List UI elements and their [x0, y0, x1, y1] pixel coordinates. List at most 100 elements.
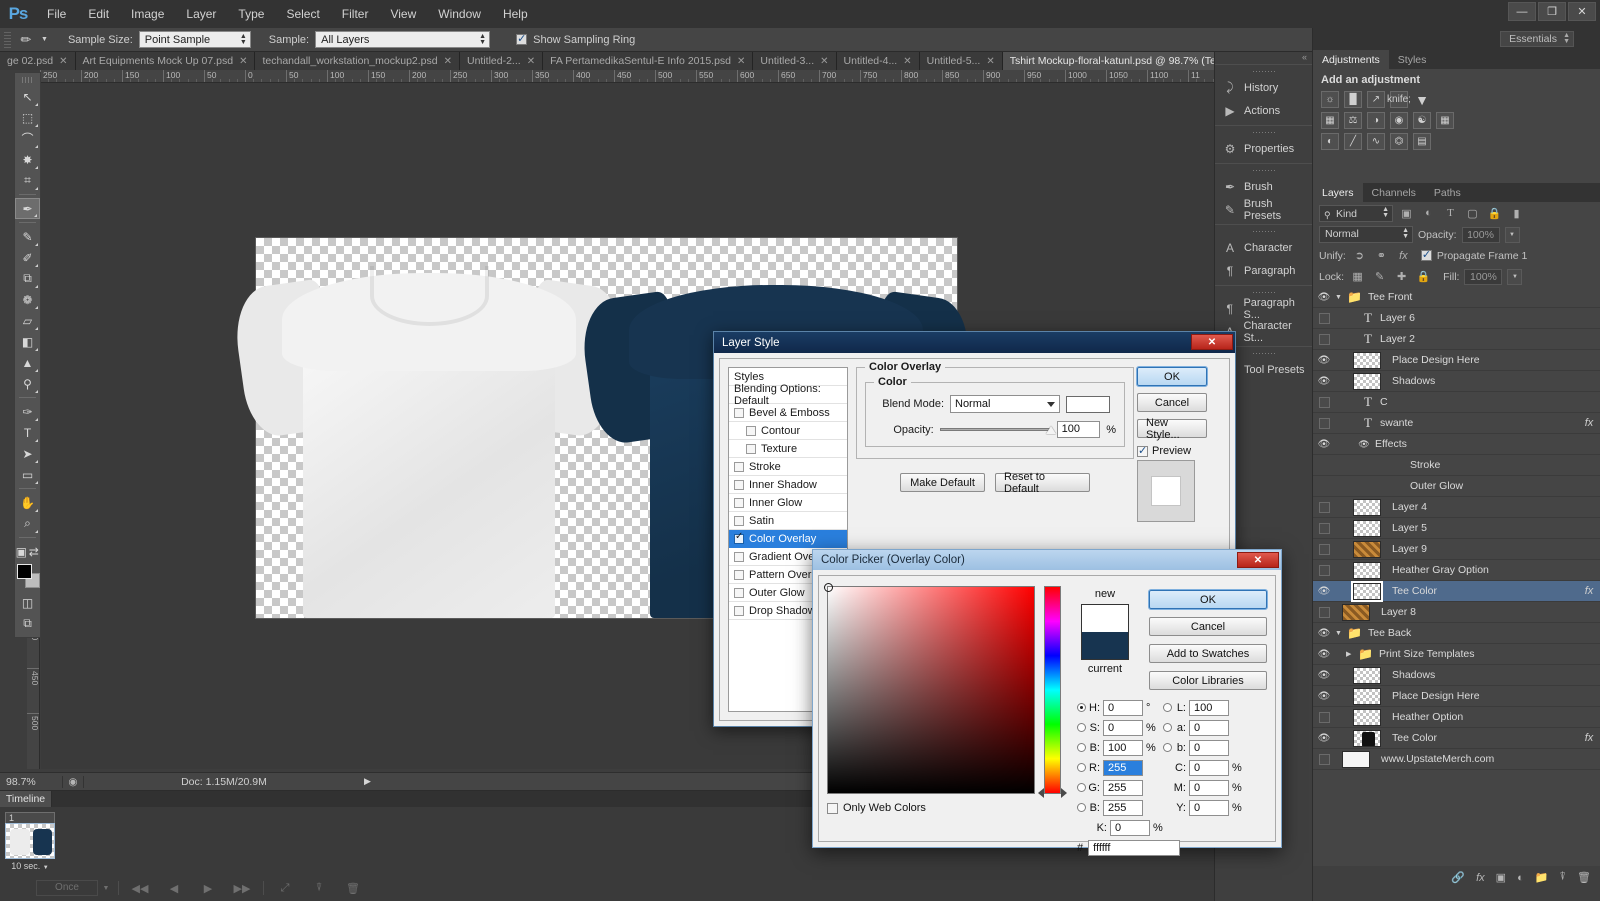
eraser-tool[interactable]: ▱: [15, 310, 40, 331]
screen-mode-icon[interactable]: ⇄: [28, 541, 41, 562]
group-disclosure-icon[interactable]: ▼: [1335, 630, 1347, 637]
lock-transparency-icon[interactable]: ▦: [1349, 269, 1366, 285]
selective-color-icon[interactable]: ▤: [1413, 133, 1431, 150]
make-default-button[interactable]: Make Default: [900, 473, 985, 492]
select-first-frame-button[interactable]: ◀◀: [123, 882, 157, 895]
layer-visibility-toggle[interactable]: [1313, 417, 1335, 429]
rail-item-character[interactable]: A Character: [1215, 236, 1312, 259]
menu-layer[interactable]: Layer: [175, 0, 227, 28]
group-disclosure-icon[interactable]: ▼: [1335, 294, 1347, 301]
new-style-button[interactable]: New Style...: [1137, 417, 1207, 441]
document-tab-close-icon[interactable]: ✕: [444, 56, 452, 67]
layer-visibility-toggle[interactable]: 👁: [1313, 586, 1335, 597]
style-item-checkbox[interactable]: [734, 461, 744, 472]
menu-select[interactable]: Select: [275, 0, 330, 28]
style-item-color-overlay[interactable]: Color Overlay: [729, 530, 847, 548]
layer-visibility-toggle[interactable]: [1313, 522, 1335, 534]
menu-edit[interactable]: Edit: [77, 0, 120, 28]
move-tool[interactable]: ↖: [15, 86, 40, 107]
document-tab[interactable]: Untitled-4... ✕: [836, 52, 920, 70]
opacity-chevron-down-icon[interactable]: ▼: [1504, 226, 1520, 243]
color-lookup-icon[interactable]: ▦: [1436, 112, 1454, 129]
new-color-swatch[interactable]: [1082, 605, 1128, 632]
lock-position-icon[interactable]: ✚: [1393, 269, 1410, 285]
edit-in-quick-mask-icon[interactable]: ◫: [15, 592, 40, 613]
minimize-button[interactable]: —: [1508, 2, 1536, 21]
layer-row[interactable]: 👁 ▼ 📁 Tee Back: [1313, 623, 1600, 644]
tool-preset-chevron-icon[interactable]: ▼: [41, 36, 48, 43]
layer-row[interactable]: 👁 ▶ 📁 Print Size Templates: [1313, 644, 1600, 665]
layer-list[interactable]: 👁 ▼ 📁 Tee Front T Layer 6 T Layer 2 👁 Place Desig…: [1313, 287, 1600, 770]
layer-thumbnail-cell[interactable]: [1346, 498, 1388, 516]
loop-option-select[interactable]: Once: [36, 880, 98, 896]
color-field-input-a[interactable]: 0: [1189, 719, 1229, 736]
zoom-tool[interactable]: ⌕: [15, 513, 40, 534]
color-field-input-K[interactable]: 0: [1110, 819, 1150, 836]
layer-visibility-toggle[interactable]: 👁: [1313, 733, 1335, 744]
play-animation-button[interactable]: ▶: [191, 882, 225, 895]
foreground-color-swatch[interactable]: [17, 564, 32, 579]
effects-visibility-icon[interactable]: 👁: [1357, 439, 1371, 450]
restore-button[interactable]: ❐: [1538, 2, 1566, 21]
eyedropper-tool[interactable]: ✒: [15, 198, 40, 219]
hue-saturation-icon[interactable]: ▦: [1321, 112, 1339, 129]
color-mode-radio-B[interactable]: [1077, 743, 1086, 752]
color-libraries-button[interactable]: Color Libraries: [1149, 671, 1267, 690]
healing-brush-tool[interactable]: ✎: [15, 226, 40, 247]
vibrance-icon[interactable]: ▼: [1413, 91, 1431, 108]
delete-frame-icon[interactable]: 🗑: [336, 882, 370, 895]
layer-row[interactable]: 👁 Place Design Here: [1313, 350, 1600, 371]
layer-visibility-toggle[interactable]: [1313, 543, 1335, 555]
menu-filter[interactable]: Filter: [331, 0, 380, 28]
layer-thumbnail-cell[interactable]: [1346, 561, 1388, 579]
path-selection-tool[interactable]: ➤: [15, 443, 40, 464]
color-mode-radio-S[interactable]: [1077, 723, 1086, 732]
layer-thumbnail-cell[interactable]: [1346, 351, 1388, 369]
add-to-swatches-button[interactable]: Add to Swatches: [1149, 644, 1267, 663]
sample-size-select[interactable]: Point Sample ▲ ▼: [138, 31, 251, 48]
style-item-checkbox[interactable]: [734, 407, 744, 418]
clone-stamp-tool[interactable]: ⧉: [15, 268, 40, 289]
filter-smart-icon[interactable]: 🔒: [1486, 205, 1503, 221]
unify-position-icon[interactable]: ➲: [1351, 248, 1368, 264]
color-mode-radio-L[interactable]: [1163, 703, 1172, 712]
style-item-inner-shadow[interactable]: Inner Shadow: [729, 476, 847, 494]
rail-group-grip[interactable]: [1252, 288, 1275, 296]
style-item-checkbox[interactable]: [734, 605, 744, 616]
history-brush-tool[interactable]: ❁: [15, 289, 40, 310]
layer-blend-mode-select[interactable]: Normal ▲ ▼: [1319, 226, 1413, 243]
change-screen-mode-icon[interactable]: ⧉: [15, 613, 40, 634]
photo-filter-icon[interactable]: ◉: [1390, 112, 1408, 129]
tab-adjustments[interactable]: Adjustments: [1313, 50, 1389, 69]
color-mode-radio-H[interactable]: [1077, 703, 1086, 712]
new-layer-icon[interactable]: ⍒: [1559, 871, 1566, 884]
filter-adjustment-icon[interactable]: ◐: [1420, 205, 1437, 221]
lock-image-icon[interactable]: ✎: [1371, 269, 1388, 285]
document-tab-close-icon[interactable]: ✕: [903, 56, 911, 67]
threshold-icon[interactable]: ∿: [1367, 133, 1385, 150]
exposure-icon[interactable]: knife;: [1387, 91, 1411, 108]
style-item-checkbox[interactable]: [734, 515, 744, 526]
hex-color-input[interactable]: ffffff: [1088, 840, 1181, 856]
menu-window[interactable]: Window: [427, 0, 492, 28]
layer-row[interactable]: 👁 Shadows: [1313, 665, 1600, 686]
delete-layer-icon[interactable]: 🗑: [1577, 871, 1591, 884]
color-mode-radio-B2[interactable]: [1077, 803, 1086, 812]
layer-visibility-toggle[interactable]: [1313, 606, 1335, 618]
layer-thumbnail-cell[interactable]: [1346, 519, 1388, 537]
rail-group-grip[interactable]: [1252, 166, 1275, 174]
layer-thumbnail-cell[interactable]: [1346, 540, 1388, 558]
layer-visibility-toggle[interactable]: 👁: [1313, 670, 1335, 681]
black-white-icon[interactable]: ◑: [1367, 112, 1385, 129]
style-item-checkbox[interactable]: [746, 425, 756, 436]
dodge-tool[interactable]: ⚲: [15, 373, 40, 394]
color-picker-ok-button[interactable]: OK: [1148, 589, 1268, 610]
preview-checkbox[interactable]: [1137, 444, 1148, 457]
color-mode-radio-G[interactable]: [1077, 783, 1086, 792]
color-field-input-R[interactable]: 255: [1103, 759, 1143, 776]
fill-value[interactable]: 100%: [1464, 268, 1503, 285]
marquee-tool[interactable]: ⬚: [15, 107, 40, 128]
toolbox-grip[interactable]: [22, 77, 33, 83]
layer-style-close-button[interactable]: ✕: [1191, 334, 1233, 350]
style-item-stroke[interactable]: Stroke: [729, 458, 847, 476]
